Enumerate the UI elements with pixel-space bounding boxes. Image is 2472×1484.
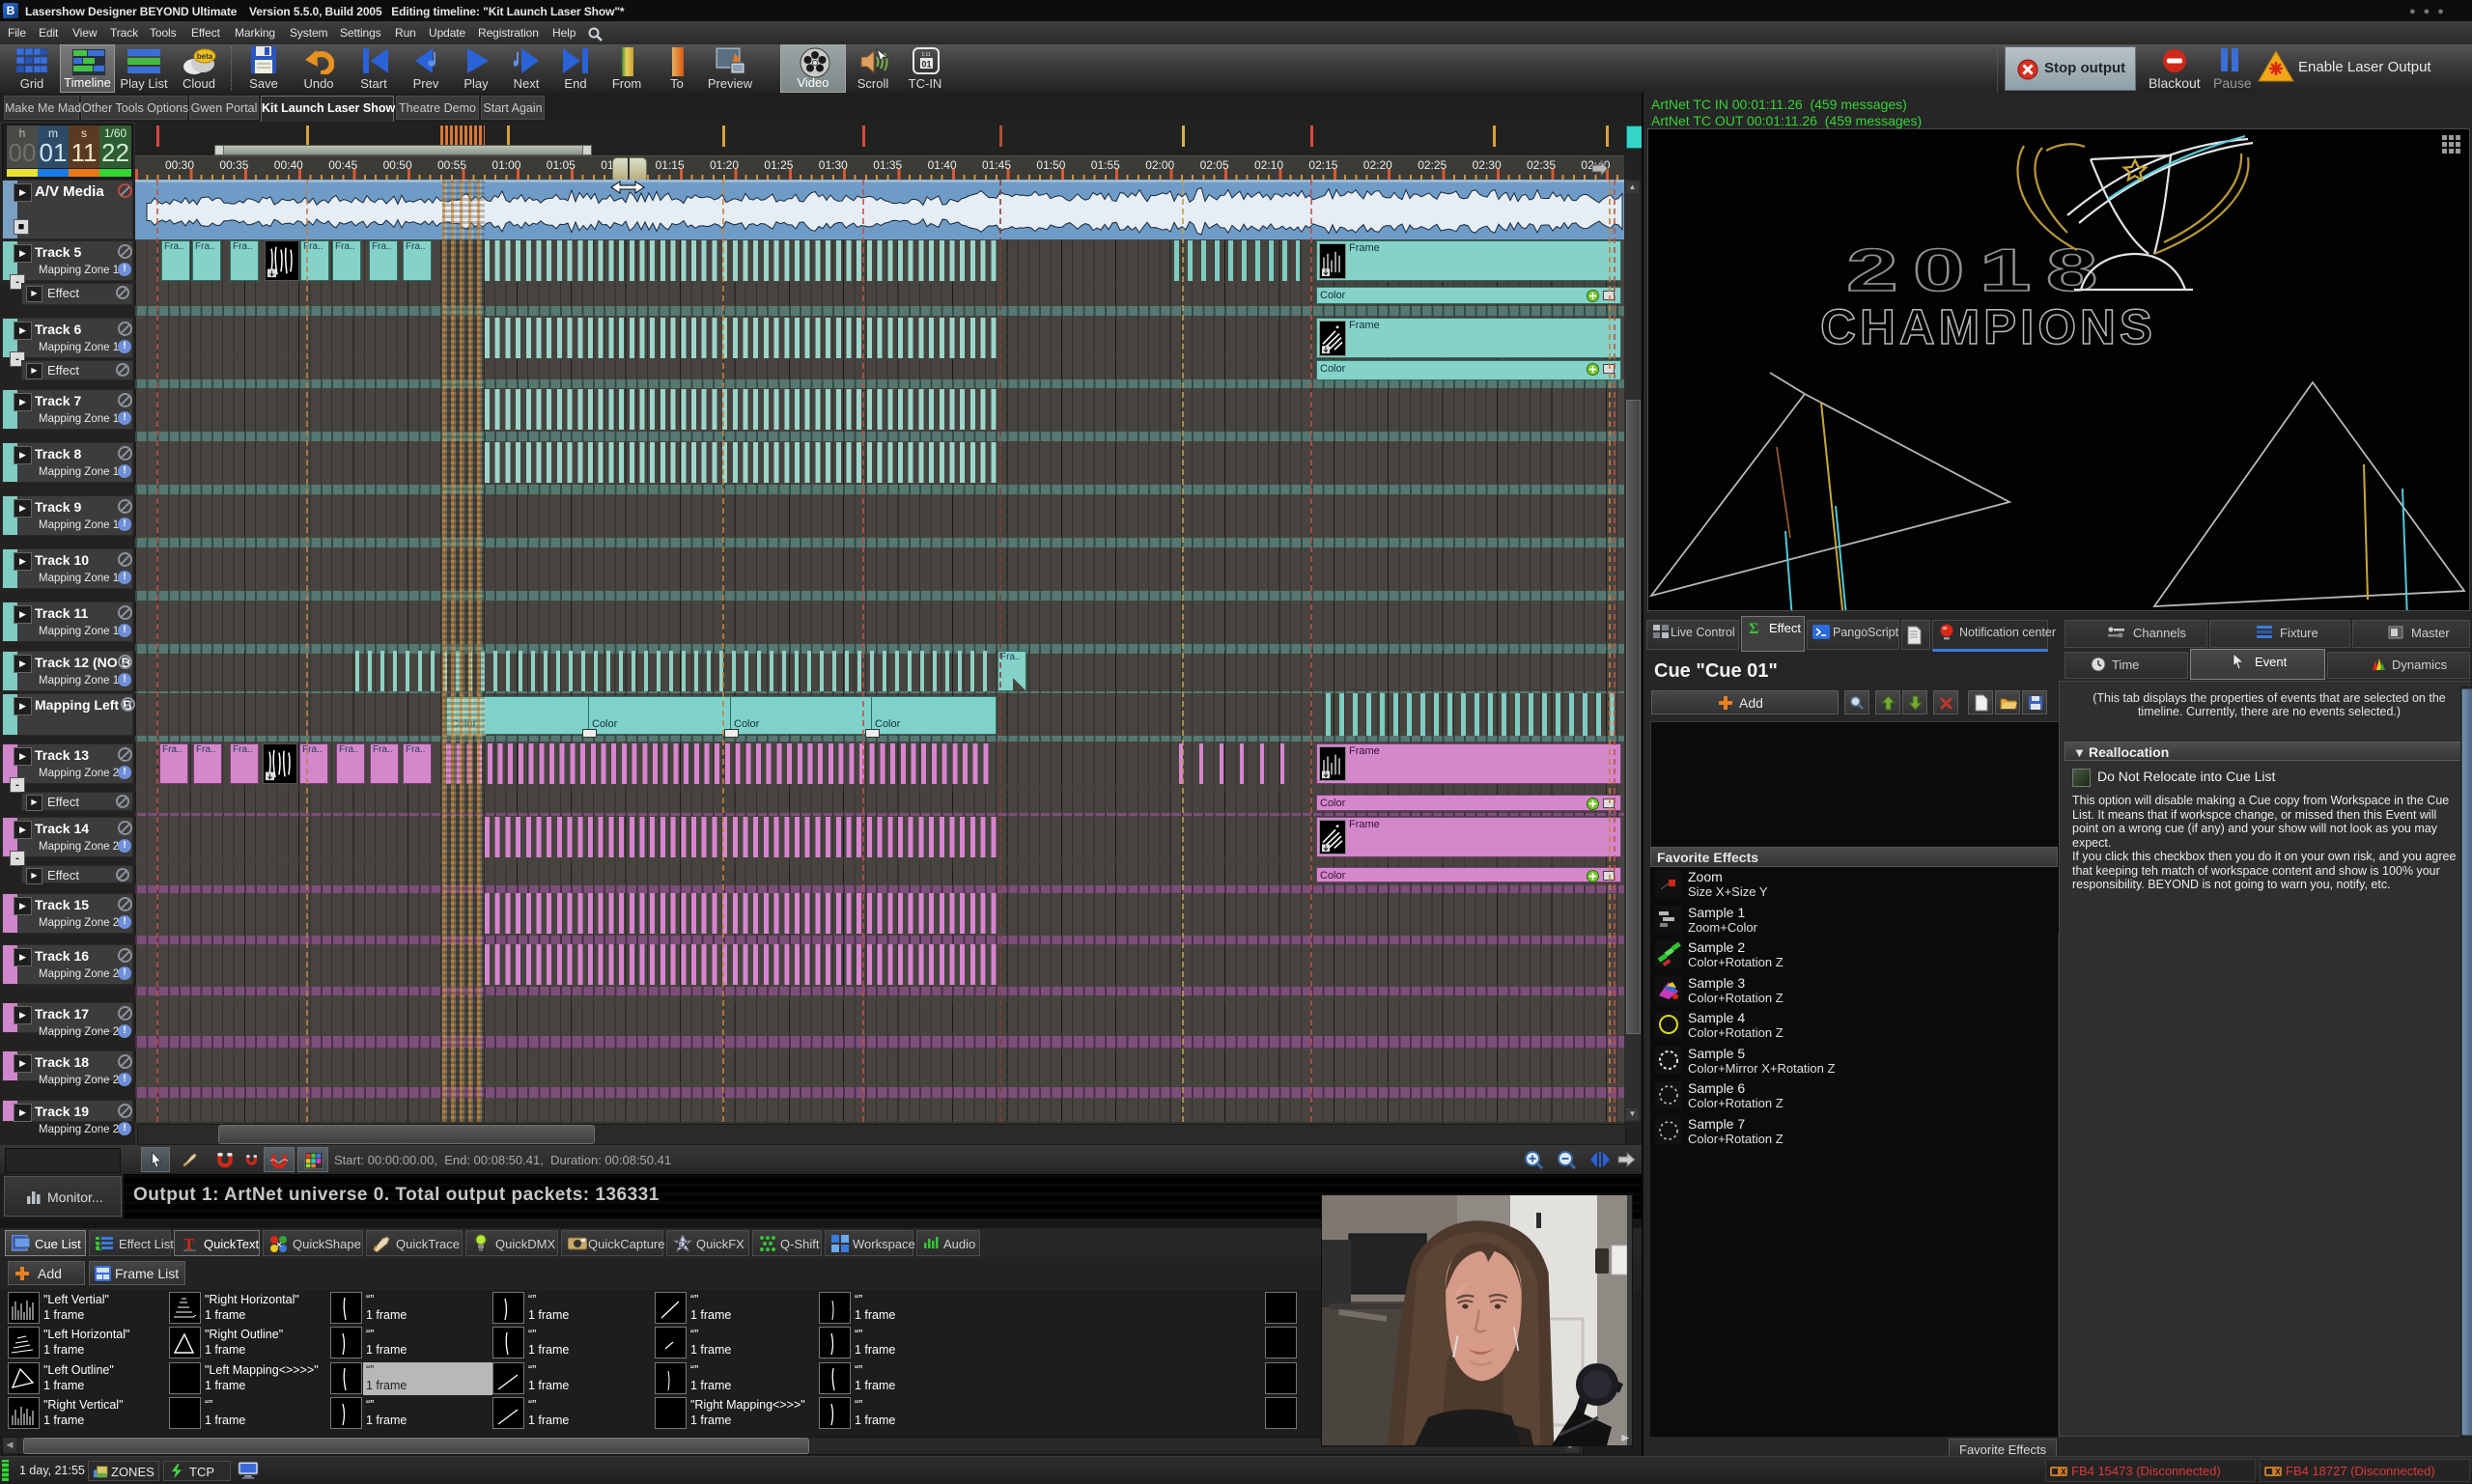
svg-text:Σ: Σ	[96, 1243, 101, 1252]
svg-text:1:11: 1:11	[921, 52, 931, 58]
svg-text:beta: beta	[197, 52, 213, 61]
svg-text:01: 01	[921, 60, 931, 70]
svg-text:T: T	[183, 1235, 195, 1252]
svg-text:Σ: Σ	[1749, 621, 1758, 635]
svg-text:CHAMPIONS: CHAMPIONS	[1820, 299, 2156, 354]
svg-text:EX: EX	[677, 1240, 688, 1249]
